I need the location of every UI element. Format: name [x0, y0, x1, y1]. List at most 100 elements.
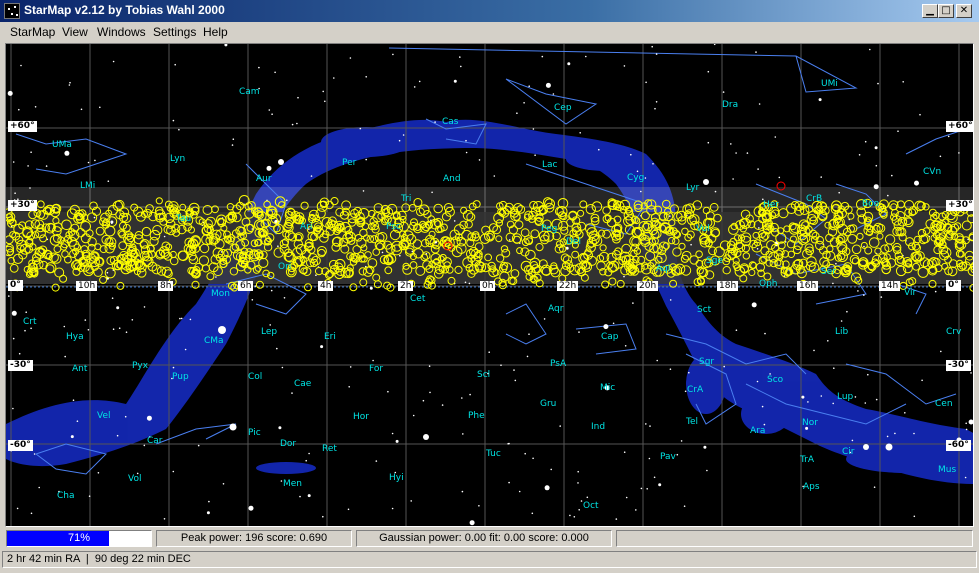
constellation-label: Lup — [837, 392, 854, 402]
star — [418, 80, 421, 83]
star — [869, 48, 871, 51]
star — [347, 508, 350, 511]
star — [478, 505, 480, 507]
star — [644, 177, 647, 179]
star — [655, 53, 658, 55]
star — [178, 128, 180, 131]
star — [372, 359, 374, 362]
star — [902, 81, 904, 83]
star — [757, 168, 759, 170]
star — [231, 144, 234, 146]
constellation-label: Cir — [842, 447, 855, 457]
star — [459, 56, 461, 58]
star — [897, 130, 899, 132]
star — [38, 486, 40, 489]
minimize-icon: ▁ — [926, 5, 934, 16]
star — [143, 306, 146, 308]
star — [832, 402, 834, 405]
star — [838, 191, 840, 194]
constellation-line — [845, 363, 957, 405]
bright-star — [278, 159, 284, 165]
star — [652, 163, 654, 165]
star — [813, 349, 815, 352]
star — [189, 318, 192, 321]
ra-label: 22h — [557, 281, 579, 291]
starmap-app-icon[interactable] — [4, 3, 20, 19]
star — [29, 187, 31, 189]
declination-label: +30° — [946, 200, 973, 211]
menu-windows[interactable]: Windows — [97, 25, 146, 39]
star — [110, 220, 114, 224]
star — [88, 495, 91, 498]
title-bar[interactable]: StarMap v2.12 by Tobias Wahl 2000 ▁ □ ✕ — [0, 0, 979, 22]
constellation-label: Cep — [554, 103, 572, 113]
star — [612, 322, 615, 325]
constellation-label: Pup — [172, 372, 189, 382]
star — [713, 44, 716, 46]
ra-label: 14h — [879, 281, 901, 291]
maximize-button[interactable]: □ — [938, 4, 954, 18]
star — [410, 500, 413, 502]
star — [215, 276, 217, 278]
star — [362, 190, 365, 192]
star — [434, 121, 436, 123]
constellation-label: And — [443, 174, 461, 184]
star — [87, 161, 90, 164]
star — [478, 159, 481, 161]
star — [585, 55, 587, 58]
star — [818, 98, 822, 102]
star — [392, 53, 394, 56]
menu-help[interactable]: Help — [203, 25, 228, 39]
star — [887, 194, 889, 197]
star — [569, 514, 571, 517]
star — [324, 100, 326, 103]
star — [258, 66, 260, 69]
menu-view[interactable]: View — [62, 25, 88, 39]
constellation-label: Car — [147, 436, 163, 446]
star — [464, 281, 467, 284]
star — [172, 366, 175, 369]
minimize-button[interactable]: ▁ — [922, 4, 938, 18]
constellation-label: Del — [566, 237, 581, 247]
star — [756, 380, 759, 383]
constellation-label: Gru — [540, 399, 557, 409]
star — [299, 495, 301, 498]
star — [567, 62, 571, 66]
constellation-line — [388, 47, 858, 93]
star — [359, 127, 362, 130]
star — [174, 63, 176, 66]
star — [645, 81, 647, 84]
constellation-label: LMi — [80, 181, 96, 191]
star — [863, 245, 865, 248]
star — [508, 239, 511, 241]
star — [914, 180, 919, 186]
star — [531, 512, 534, 515]
star — [280, 480, 283, 482]
star — [18, 108, 20, 111]
coordinate-bar: 2 hr 42 min RA | 90 deg 22 min DEC — [0, 550, 979, 570]
constellation-label: Sgr — [699, 357, 715, 367]
star — [461, 490, 464, 493]
star — [516, 112, 518, 114]
star — [270, 289, 273, 292]
star — [399, 254, 401, 257]
menu-settings[interactable]: Settings — [153, 25, 196, 39]
constellation-label: Ant — [72, 364, 88, 374]
star — [703, 445, 707, 449]
constellation-label: Crt — [23, 317, 37, 327]
star — [398, 139, 401, 142]
peak-power-readout: Peak power: 196 score: 0.690 — [156, 530, 352, 547]
close-button[interactable]: ✕ — [956, 4, 972, 18]
menu-starmap[interactable]: StarMap — [10, 25, 55, 39]
constellation-label: Aql — [656, 264, 671, 274]
constellation-label: CMa — [204, 336, 224, 346]
star — [12, 161, 15, 163]
star — [271, 113, 273, 115]
star — [680, 440, 683, 442]
star — [904, 412, 906, 414]
star — [640, 190, 642, 193]
star-map-canvas[interactable]: +60° +60° +30° +30° 0° 0° -30° -30° -60° -60° 10h 8… — [5, 43, 974, 527]
constellation-label: Cha — [57, 491, 75, 501]
star — [465, 151, 468, 154]
constellation-label: Vir — [904, 288, 917, 298]
